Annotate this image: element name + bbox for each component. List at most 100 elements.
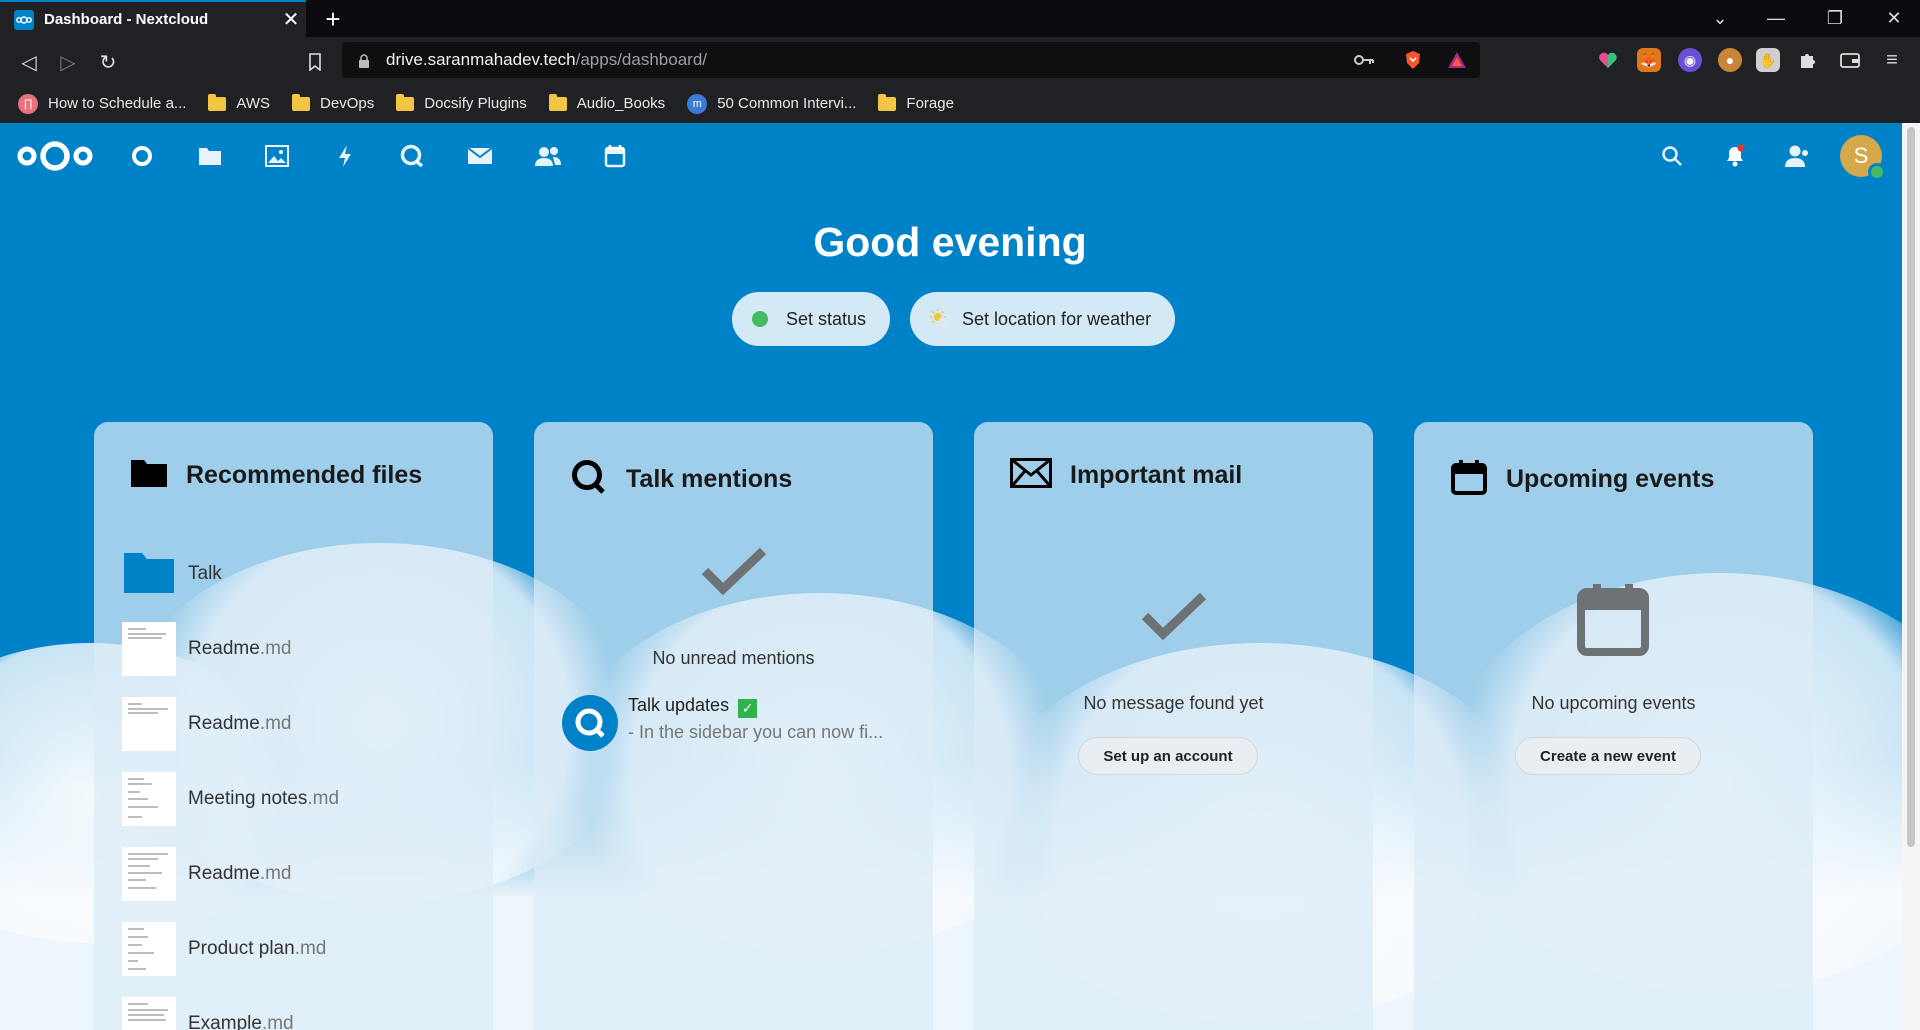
file-item[interactable]: Example.md (122, 995, 294, 1030)
bookmark-item[interactable]: m 50 Common Intervi... (687, 93, 857, 114)
folder-icon (396, 93, 415, 111)
bookmarks-bar: ∏ How to Schedule a... AWS DevOps Docsif… (0, 84, 1920, 123)
widget-header: Recommended files (130, 458, 422, 493)
url-domain: drive.saranmahadev.tech (386, 50, 576, 69)
key-icon[interactable] (1352, 49, 1376, 71)
set-status-button[interactable]: Set status (732, 292, 890, 346)
set-up-account-button[interactable]: Set up an account (1078, 737, 1258, 775)
new-tab-icon[interactable]: + (318, 4, 348, 35)
folder-icon (122, 549, 176, 600)
avatar-initial: S (1853, 143, 1869, 168)
calendar-icon (1450, 458, 1488, 501)
nextcloud-favicon-icon (14, 9, 34, 30)
tab-search-chevron-icon[interactable]: ⌄ (1700, 0, 1740, 37)
metamask-fox-icon[interactable]: 🦊 (1637, 48, 1661, 72)
photos-app-icon[interactable] (262, 141, 292, 171)
site-favicon-icon: ∏ (18, 93, 38, 114)
widget-header: Talk mentions (570, 458, 792, 501)
bookmark-folder[interactable]: AWS (208, 93, 271, 112)
bookmark-folder[interactable]: DevOps (292, 93, 375, 112)
address-bar[interactable]: drive.saranmahadev.tech/apps/dashboard/ (342, 42, 1480, 78)
check-mark-emoji-icon: ✓ (738, 699, 758, 718)
search-icon[interactable] (1657, 141, 1687, 171)
extension-heart-icon[interactable] (1596, 48, 1620, 72)
document-thumbnail (122, 997, 176, 1030)
bookmark-label: Docsify Plugins (424, 95, 527, 112)
folder-icon (548, 93, 567, 111)
bookmark-folder[interactable]: Audio_Books (548, 93, 666, 112)
bookmark-label: 50 Common Intervi... (717, 95, 857, 112)
bookmark-folder[interactable]: Forage (878, 93, 954, 112)
brave-rewards-icon[interactable] (1445, 49, 1469, 71)
wallet-icon[interactable] (1838, 48, 1862, 72)
forward-icon[interactable]: ▷ (53, 47, 83, 77)
file-item[interactable]: Talk (122, 545, 222, 603)
contacts-app-icon[interactable] (533, 141, 563, 171)
document-thumbnail (122, 847, 176, 901)
talk-update-item[interactable]: Talk updates ✓ - In the sidebar you can … (562, 691, 922, 751)
folder-icon (292, 93, 311, 111)
folder-icon (878, 93, 897, 111)
bookmark-item[interactable]: ∏ How to Schedule a... (18, 93, 186, 114)
file-item[interactable]: Readme.md (122, 695, 292, 753)
widget-title: Upcoming events (1506, 465, 1715, 493)
set-status-label: Set status (786, 308, 867, 329)
file-item[interactable]: Readme.md (122, 620, 292, 678)
recommended-files-widget: Recommended files Talk Readme.md Readme.… (94, 422, 493, 1030)
nextcloud-logo-icon[interactable] (16, 139, 94, 178)
file-name: Example.md (188, 1013, 294, 1030)
greeting-heading: Good evening (813, 219, 1087, 265)
cookie-icon[interactable]: ● (1718, 48, 1742, 72)
talk-app-icon[interactable] (397, 141, 427, 171)
bookmark-label: Audio_Books (576, 95, 666, 112)
user-avatar[interactable]: S (1840, 135, 1886, 181)
extension-hand-icon[interactable]: ✋ (1756, 48, 1780, 72)
checkmark-icon (701, 547, 767, 596)
file-item[interactable]: Product plan.md (122, 920, 326, 978)
window-close-icon[interactable]: ✕ (1874, 0, 1914, 37)
extensions-puzzle-icon[interactable] (1796, 48, 1820, 72)
talk-update-title: Talk updates ✓ (628, 695, 758, 718)
widget-header: Important mail (1010, 458, 1242, 493)
bookmark-icon[interactable] (300, 47, 330, 77)
talk-icon (570, 458, 608, 501)
reload-icon[interactable]: ↻ (93, 47, 123, 77)
page-scrollbar[interactable] (1902, 123, 1920, 1030)
back-icon[interactable]: ◁ (14, 47, 44, 77)
file-name: Readme.md (188, 638, 292, 659)
checkmark-icon (1141, 592, 1207, 641)
contacts-menu-icon[interactable] (1782, 141, 1812, 171)
upcoming-events-widget: Upcoming events No upcoming events Creat… (1414, 422, 1813, 1030)
activity-app-icon[interactable] (330, 141, 360, 171)
minimize-icon[interactable]: — (1756, 0, 1796, 37)
talk-avatar-icon (562, 695, 618, 751)
scrollbar-thumb[interactable] (1907, 127, 1915, 847)
set-weather-location-button[interactable]: Set location for weather (910, 292, 1175, 346)
mail-app-icon[interactable] (465, 141, 495, 171)
brave-shield-icon[interactable] (1401, 49, 1425, 71)
document-thumbnail (122, 622, 176, 676)
bookmark-label: AWS (236, 95, 271, 112)
talk-mentions-widget: Talk mentions No unread mentions Talk up… (534, 422, 933, 1030)
restore-icon[interactable]: ❐ (1815, 0, 1855, 37)
empty-state-text: No upcoming events (1531, 693, 1696, 713)
create-new-event-button[interactable]: Create a new event (1515, 737, 1701, 775)
bookmark-label: DevOps (320, 95, 375, 112)
browser-tab-active[interactable]: Dashboard - Nextcloud ✕ (0, 0, 306, 37)
nextcloud-dashboard: S Good evening Set status Set location f… (0, 123, 1920, 1030)
files-app-icon[interactable] (195, 141, 225, 171)
browser-menu-icon[interactable]: ≡ (1880, 48, 1904, 72)
extension-bot-icon[interactable]: ◉ (1678, 48, 1702, 72)
file-name: Talk (188, 563, 222, 584)
file-name: Readme.md (188, 863, 292, 884)
tab-close-icon[interactable]: ✕ (276, 7, 306, 32)
calendar-app-icon[interactable] (600, 141, 630, 171)
dashboard-app-icon[interactable] (127, 141, 157, 171)
widget-header: Upcoming events (1450, 458, 1714, 501)
notifications-bell-icon[interactable] (1720, 141, 1750, 171)
file-item[interactable]: Readme.md (122, 845, 292, 903)
folder-icon (208, 93, 227, 111)
bookmark-folder[interactable]: Docsify Plugins (396, 93, 527, 112)
file-item[interactable]: Meeting notes.md (122, 770, 339, 828)
lock-icon (358, 53, 370, 68)
